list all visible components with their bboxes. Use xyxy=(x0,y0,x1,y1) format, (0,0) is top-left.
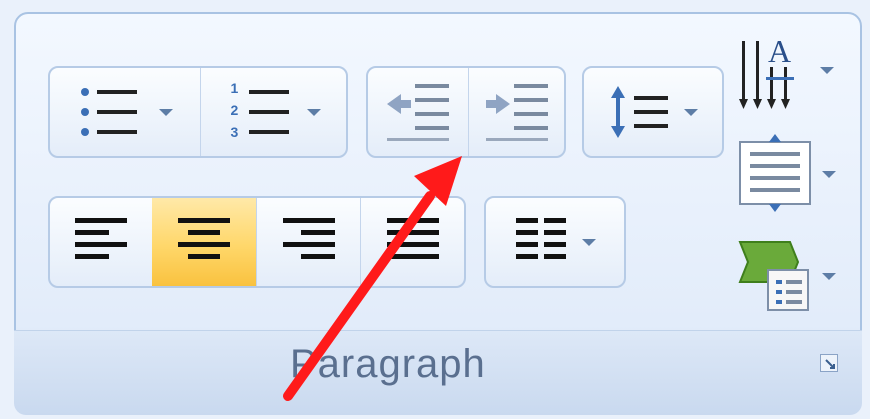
columns-group xyxy=(484,196,626,288)
bullets-button[interactable] xyxy=(50,68,200,156)
align-left-icon xyxy=(71,214,131,270)
line-spacing-dropdown-chevron-icon[interactable] xyxy=(684,108,698,116)
columns-dropdown-chevron-icon[interactable] xyxy=(582,238,596,246)
line-spacing-icon xyxy=(608,80,678,144)
list-buttons-group: 1 2 3 xyxy=(48,66,348,158)
borders-icon xyxy=(738,236,816,316)
columns-button[interactable] xyxy=(486,198,624,286)
justify-icon xyxy=(383,214,443,270)
increase-indent-button[interactable] xyxy=(468,68,564,156)
increase-indent-icon xyxy=(482,80,552,144)
bullets-dropdown-chevron-icon[interactable] xyxy=(159,108,173,116)
indent-buttons-group xyxy=(366,66,566,158)
numbering-button[interactable]: 1 2 3 xyxy=(200,68,346,156)
align-center-icon xyxy=(174,214,234,270)
line-spacing-group xyxy=(582,66,724,158)
shading-button[interactable] xyxy=(738,134,848,214)
numbering-dropdown-chevron-icon[interactable] xyxy=(306,108,321,116)
shading-dropdown-chevron-icon[interactable] xyxy=(822,170,836,178)
sort-dropdown-chevron-icon[interactable] xyxy=(820,66,834,74)
align-left-button[interactable] xyxy=(50,198,152,286)
sort-letter: A xyxy=(768,33,792,69)
align-center-button[interactable] xyxy=(152,198,256,286)
bullets-icon xyxy=(77,82,147,142)
line-spacing-button[interactable] xyxy=(584,68,722,156)
sort-button[interactable]: A xyxy=(738,30,848,116)
dialog-launcher-icon[interactable] xyxy=(820,354,838,372)
numbering-icon: 1 2 3 xyxy=(227,80,297,144)
align-right-icon xyxy=(279,214,339,270)
decrease-indent-icon xyxy=(383,80,453,144)
sort-icon: A xyxy=(738,33,802,113)
justify-button[interactable] xyxy=(360,198,464,286)
borders-dropdown-chevron-icon[interactable] xyxy=(822,272,836,280)
paragraph-group-label: Paragraph xyxy=(290,342,486,386)
borders-button[interactable] xyxy=(738,234,848,318)
columns-icon xyxy=(514,214,570,270)
alignment-buttons-group xyxy=(48,196,466,288)
align-right-button[interactable] xyxy=(256,198,360,286)
shading-icon xyxy=(738,134,814,214)
decrease-indent-button[interactable] xyxy=(368,68,468,156)
